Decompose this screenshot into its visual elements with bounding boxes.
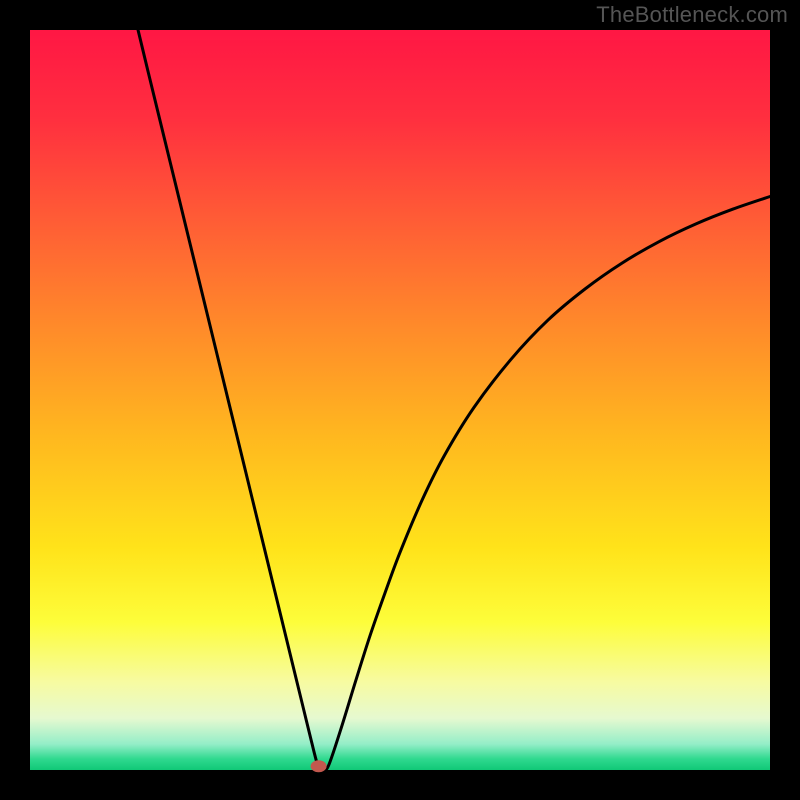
bottleneck-chart	[0, 0, 800, 800]
optimum-marker	[311, 760, 327, 772]
chart-frame: TheBottleneck.com	[0, 0, 800, 800]
plot-background	[30, 30, 770, 770]
watermark-text: TheBottleneck.com	[596, 2, 788, 28]
